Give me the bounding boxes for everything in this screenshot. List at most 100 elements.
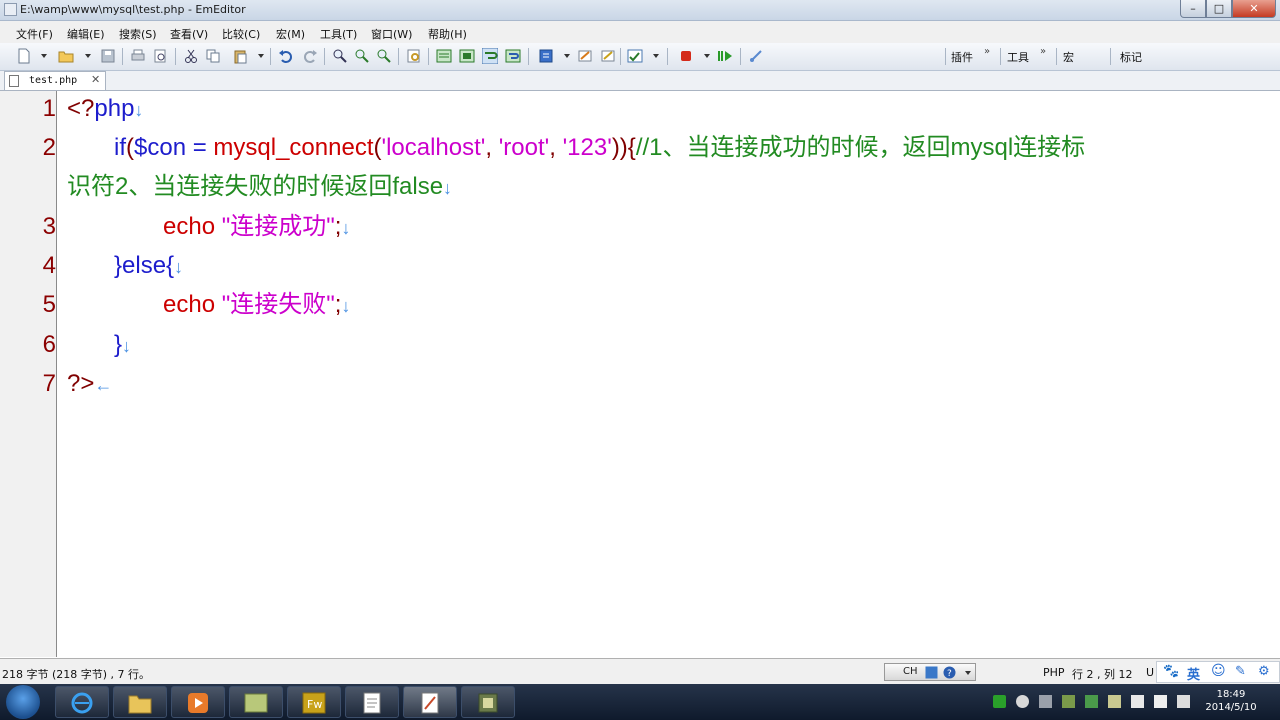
tray-volume-icon[interactable]: [1154, 695, 1167, 708]
plugins-chevron-icon[interactable]: »: [984, 46, 990, 57]
php-close-tag: ?>: [67, 370, 95, 397]
string-literal: 'root': [498, 134, 550, 161]
open-folder-icon[interactable]: [58, 48, 74, 64]
macro-toolbar-label[interactable]: 宏: [1063, 49, 1074, 65]
print-icon[interactable]: [130, 48, 146, 64]
taskbar-ie-button[interactable]: [55, 686, 109, 718]
undo-icon[interactable]: [278, 48, 294, 64]
start-button[interactable]: [6, 685, 40, 719]
paste-icon[interactable]: [232, 48, 248, 64]
encoding-dropdown-arrow[interactable]: [564, 54, 570, 58]
code-line-6: }↓: [114, 331, 131, 360]
media-player-icon: [188, 693, 208, 713]
new-file-icon[interactable]: [16, 48, 32, 64]
code-line-4: }else{↓: [114, 252, 183, 281]
open-dropdown-arrow[interactable]: [85, 54, 91, 58]
redo-icon[interactable]: [302, 48, 318, 64]
svg-text:?: ?: [947, 669, 952, 679]
cut-icon[interactable]: [183, 48, 199, 64]
taskbar-app-button[interactable]: [229, 686, 283, 718]
taskbar-media-player-button[interactable]: [171, 686, 225, 718]
menu-view[interactable]: 查看(V): [170, 26, 208, 42]
newline-mark-icon: ↓: [134, 100, 144, 120]
menu-macro[interactable]: 宏(M): [276, 26, 305, 42]
windows-taskbar: Fw 18:49 2014/5/10: [0, 684, 1280, 720]
run-macro-icon[interactable]: [718, 48, 734, 64]
tab-test-php[interactable]: test.php ✕: [4, 71, 106, 90]
tools-toolbar-label[interactable]: 工具: [1007, 49, 1029, 65]
taskbar-clock[interactable]: 18:49 2014/5/10: [1196, 688, 1266, 714]
function-name: mysql_connect: [213, 134, 374, 161]
minimize-button[interactable]: –: [1180, 0, 1206, 18]
plugin-icon[interactable]: [748, 48, 764, 64]
new-dropdown-arrow[interactable]: [41, 54, 47, 58]
ime-indicator[interactable]: CH ?: [884, 663, 976, 681]
settings-gear-icon[interactable]: ⚙: [1258, 664, 1270, 679]
view-toggle-icon[interactable]: [459, 48, 475, 64]
php-open-tag: <?: [67, 95, 95, 122]
emoji-icon[interactable]: ☺: [1211, 663, 1226, 679]
properties-icon[interactable]: [627, 48, 643, 64]
string-literal: "连接成功": [221, 213, 335, 240]
taskbar-notepad-button[interactable]: [345, 686, 399, 718]
maximize-button[interactable]: □: [1206, 0, 1232, 18]
tray-flag-icon[interactable]: [1177, 695, 1190, 708]
toolbar-separator: [1056, 48, 1057, 65]
code-editor[interactable]: <?php↓ if($con = mysql_connect('localhos…: [57, 91, 1280, 657]
marks-toolbar-label[interactable]: 标记: [1120, 49, 1142, 65]
plugins-toolbar-label[interactable]: 插件: [951, 49, 973, 65]
tools-chevron-icon[interactable]: »: [1040, 46, 1046, 57]
paw-icon[interactable]: 🐾: [1163, 664, 1179, 679]
taskbar-server-button[interactable]: [461, 686, 515, 718]
comment: //1、当连接成功的时候，返回mysql连接标: [635, 134, 1086, 161]
find-prev-icon[interactable]: [376, 48, 392, 64]
word-wrap-icon[interactable]: [482, 48, 498, 64]
menu-file[interactable]: 文件(F): [16, 26, 53, 42]
find-icon[interactable]: [332, 48, 348, 64]
copy-icon[interactable]: [205, 48, 221, 64]
menu-compare[interactable]: 比较(C): [222, 26, 260, 42]
line-number: 4: [42, 252, 56, 279]
toolbar-separator: [122, 48, 123, 65]
config-icon[interactable]: [577, 48, 593, 64]
string-literal: "连接失败": [221, 291, 335, 318]
view-toggle-icon[interactable]: [436, 48, 452, 64]
properties-dropdown-arrow[interactable]: [653, 54, 659, 58]
taskbar-emeditor-button[interactable]: [403, 686, 457, 718]
ime-mode-icon: [925, 666, 938, 679]
toolbar-separator: [528, 48, 529, 65]
tray-app-icon[interactable]: [1039, 695, 1052, 708]
ime-english-indicator[interactable]: 英: [1187, 664, 1200, 683]
wrap-window-icon[interactable]: [505, 48, 521, 64]
menu-search[interactable]: 搜索(S): [119, 26, 157, 42]
encoding-status[interactable]: U: [1146, 666, 1154, 679]
tray-app-icon[interactable]: [1085, 695, 1098, 708]
menu-edit[interactable]: 编辑(E): [67, 26, 105, 42]
menu-window[interactable]: 窗口(W): [371, 26, 412, 42]
save-icon[interactable]: [100, 48, 116, 64]
taskbar-explorer-button[interactable]: [113, 686, 167, 718]
find-next-icon[interactable]: [354, 48, 370, 64]
record-macro-icon[interactable]: [678, 48, 694, 64]
paste-dropdown-arrow[interactable]: [258, 54, 264, 58]
search-files-icon[interactable]: [406, 48, 422, 64]
tray-app-icon[interactable]: [1062, 695, 1075, 708]
ime-dropdown-arrow: [965, 671, 971, 675]
tray-usb-icon[interactable]: [1131, 695, 1144, 708]
tray-shield-icon[interactable]: [993, 695, 1006, 708]
tray-network-icon[interactable]: [1016, 695, 1029, 708]
handwriting-icon[interactable]: ✎: [1235, 664, 1246, 679]
tray-app-icon[interactable]: [1108, 695, 1121, 708]
language-mode-status[interactable]: PHP: [1043, 666, 1065, 679]
menu-tools[interactable]: 工具(T): [320, 26, 357, 42]
tab-close-icon[interactable]: ✕: [91, 73, 100, 86]
comma: ,: [549, 134, 563, 161]
taskbar-fireworks-button[interactable]: Fw: [287, 686, 341, 718]
comma: ,: [485, 134, 499, 161]
menu-help[interactable]: 帮助(H): [428, 26, 467, 42]
record-dropdown-arrow[interactable]: [704, 54, 710, 58]
close-button[interactable]: ✕: [1232, 0, 1276, 18]
customize-icon[interactable]: [600, 48, 616, 64]
print-preview-icon[interactable]: [152, 48, 168, 64]
encoding-icon[interactable]: [538, 48, 554, 64]
